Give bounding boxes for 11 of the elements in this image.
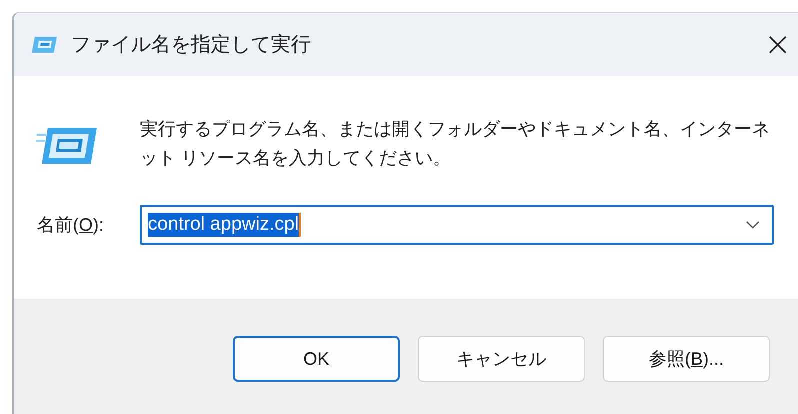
dialog-button[interactable]: OK [233,336,400,382]
dialog-button[interactable]: 参照(B)... [603,336,770,382]
instruction-text: 実行するプログラム名、または開くフォルダーやドキュメント名、インターネット リソース名を入力してください。 [140,118,771,170]
name-combobox[interactable]: control appwiz.cpl [140,205,774,245]
run-app-icon [36,127,98,165]
dialog-button[interactable]: キャンセル [418,336,585,382]
run-app-icon [31,34,59,54]
close-icon[interactable] [768,34,788,54]
name-label: 名前(O): [37,214,106,237]
window-title: ファイル名を指定して実行 [71,33,311,58]
chevron-down-icon[interactable] [746,221,760,229]
